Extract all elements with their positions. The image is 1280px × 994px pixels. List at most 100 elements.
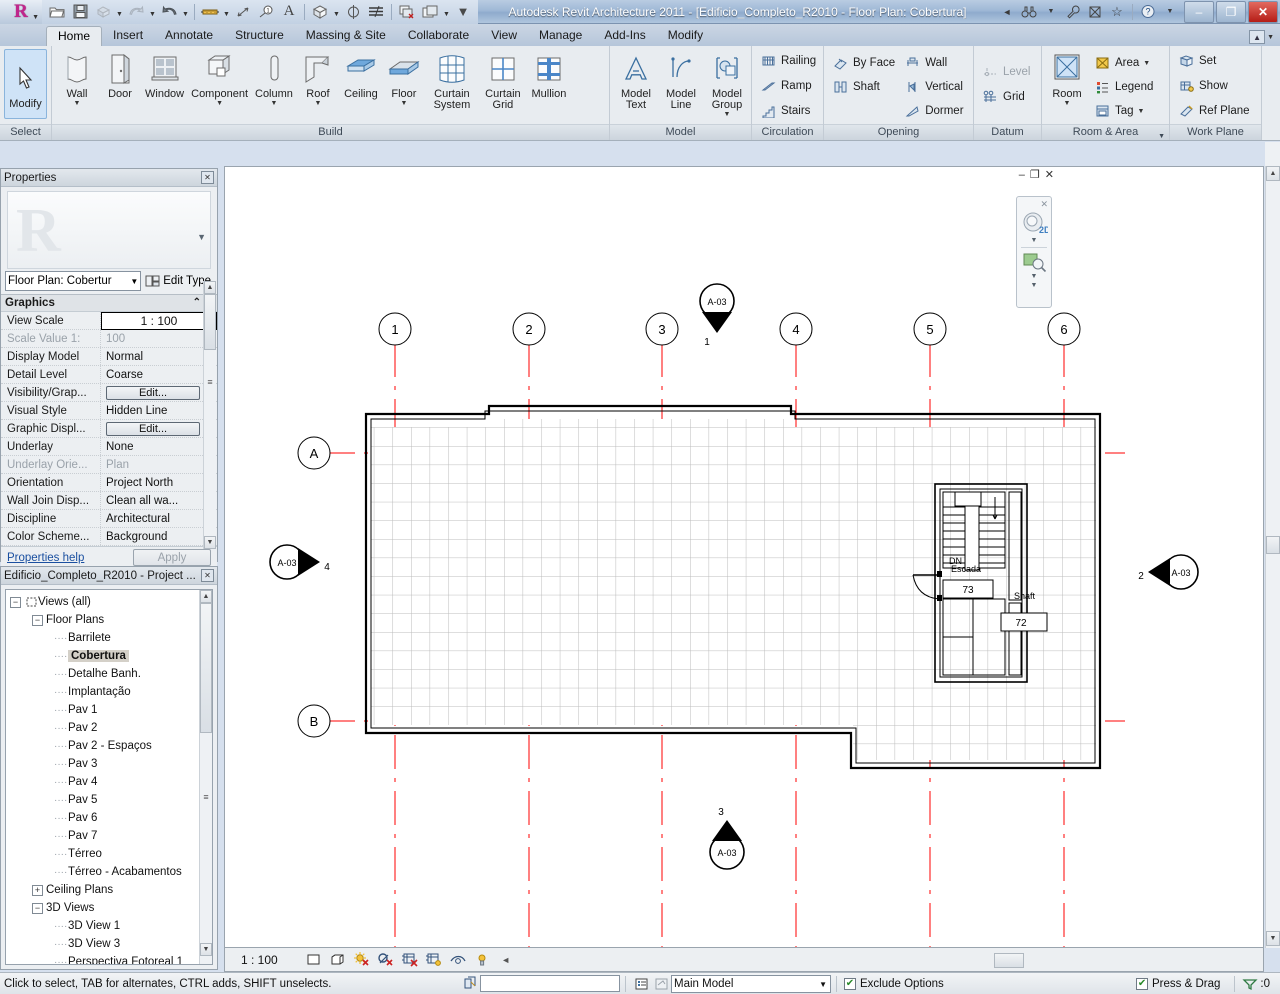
property-row-underlay[interactable]: Underlay None (1, 438, 217, 456)
reveal-hidden-elements-icon[interactable] (472, 951, 492, 969)
property-value[interactable]: Normal (101, 348, 217, 365)
tab-massing-site[interactable]: Massing & Site (295, 26, 397, 46)
door-button[interactable]: Door (99, 49, 141, 100)
tree-item-implanta-o[interactable]: ···· Implantação (10, 683, 212, 701)
rendering-dialog-icon[interactable] (400, 951, 420, 969)
communication-center-icon[interactable] (1085, 2, 1105, 22)
property-row-display-model[interactable]: Display Model Normal (1, 348, 217, 366)
zoom-icon[interactable] (1020, 250, 1048, 272)
room-button[interactable]: Room ▼ (1046, 49, 1088, 107)
property-value[interactable]: Background (101, 528, 217, 545)
railing-button[interactable]: Railing (756, 49, 821, 73)
editing-request-icon[interactable] (651, 975, 671, 993)
column-button[interactable]: Column ▼ (252, 49, 296, 107)
graphic-display-edit-button[interactable]: Edit... (106, 421, 200, 436)
property-row-visibility-graphics[interactable]: Visibility/Grap... Edit... (1, 384, 217, 402)
window-button[interactable]: Window (142, 49, 187, 100)
chevron-up-icon[interactable]: ⌃ (193, 297, 201, 308)
tab-collaborate[interactable]: Collaborate (397, 26, 480, 46)
navigation-bar[interactable]: ✕ 2D ▼ ▼ ▼ (1016, 196, 1052, 308)
chevron-down-icon[interactable]: ▼ (1158, 129, 1165, 144)
press-and-drag-checkbox[interactable]: ✔ Press & Drag (1136, 977, 1220, 990)
save-icon[interactable] (69, 2, 91, 22)
tab-add-ins[interactable]: Add-Ins (593, 26, 656, 46)
tree-item-detalhe-banh[interactable]: ···· Detalhe Banh. (10, 665, 212, 683)
property-row-visual-style[interactable]: Visual Style Hidden Line (1, 402, 217, 420)
tree-item-perspectiva-fotoreal-1[interactable]: ···· Perspectiva Fotoreal 1 (10, 953, 212, 964)
chevron-down-icon[interactable]: ▼ (1041, 2, 1061, 22)
minimize-button[interactable]: – (1184, 0, 1214, 23)
tree-item-3d-view-1[interactable]: ···· 3D View 1 (10, 917, 212, 935)
sun-path-off-icon[interactable] (352, 951, 372, 969)
property-value[interactable]: Architectural (101, 510, 217, 527)
tree-item-barrilete[interactable]: ···· Barrilete (10, 629, 212, 647)
scroll-thumb[interactable] (204, 294, 216, 350)
tree-item-pav-5[interactable]: ···· Pav 5 (10, 791, 212, 809)
type-selector-combo[interactable]: Floor Plan: Cobertur ▼ (5, 271, 142, 291)
chevron-down-icon[interactable]: ▼ (270, 100, 277, 107)
canvas-horizontal-scrollbar[interactable] (755, 950, 1263, 970)
ceiling-button[interactable]: Ceiling (340, 49, 382, 100)
close-icon[interactable]: ✕ (201, 171, 214, 184)
ribbon-minimize-icon[interactable]: ▲ (1249, 30, 1266, 44)
chevron-down-icon[interactable]: ▼ (115, 2, 124, 22)
wall-button[interactable]: Wall ▼ (56, 49, 98, 107)
view-control-left-arrow-icon[interactable]: ◄ (496, 951, 516, 969)
tree-item-ceiling-plans[interactable]: + Ceiling Plans (10, 881, 212, 899)
shadows-off-icon[interactable] (376, 951, 396, 969)
chevron-down-icon[interactable]: ▼ (1031, 237, 1038, 244)
visibility-graphics-edit-button[interactable]: Edit... (106, 385, 200, 400)
property-value[interactable]: 1 : 100 (101, 312, 217, 330)
modify-button[interactable]: Modify (4, 49, 47, 119)
property-row-discipline[interactable]: Discipline Architectural (1, 510, 217, 528)
chevron-down-icon[interactable]: ▼ (1267, 34, 1274, 41)
section-icon[interactable] (342, 2, 364, 22)
scroll-down-icon[interactable]: ▼ (1266, 931, 1280, 946)
level-button[interactable]: Level (978, 60, 1036, 84)
favorites-star-icon[interactable]: ☆ (1107, 2, 1127, 22)
text-icon[interactable]: A (278, 2, 300, 22)
qat-dropdown-icon[interactable]: ▼ (452, 2, 474, 22)
subscription-wrench-icon[interactable] (1063, 2, 1083, 22)
tag-button[interactable]: Tag ▼ (1090, 99, 1158, 123)
scroll-thumb[interactable] (1266, 536, 1280, 554)
exclude-options-checkbox[interactable]: ✔ Exclude Options (844, 977, 944, 990)
worksets-icon[interactable] (631, 975, 651, 993)
chevron-down-icon[interactable]: ▼ (442, 2, 451, 22)
tree-item-pav-7[interactable]: ···· Pav 7 (10, 827, 212, 845)
property-row-graphic-display[interactable]: Graphic Displ... Edit... (1, 420, 217, 438)
chevron-down-icon[interactable]: ▼ (400, 100, 407, 107)
chevron-down-icon[interactable]: ▼ (724, 111, 731, 118)
drawing-area[interactable]: DN Escada 73 Shaft 72 1 2 3 4 5 6 A B A-… (224, 166, 1264, 948)
floor-button[interactable]: Floor ▼ (383, 49, 425, 107)
close-icon[interactable]: ✕ (201, 569, 214, 582)
design-options-icon[interactable] (460, 975, 480, 993)
open-icon[interactable] (46, 2, 68, 22)
vertical-opening-button[interactable]: Vertical (900, 75, 968, 99)
property-value[interactable]: Clean all wa... (101, 492, 217, 509)
tree-item-pav-6[interactable]: ···· Pav 6 (10, 809, 212, 827)
binoculars-icon[interactable] (1019, 2, 1039, 22)
curtain-grid-button[interactable]: Curtain Grid (479, 49, 527, 111)
collapse-icon[interactable]: − (10, 596, 21, 608)
view-scale-label[interactable]: 1 : 100 (241, 953, 278, 967)
apply-button[interactable]: Apply (133, 549, 211, 566)
tab-structure[interactable]: Structure (224, 26, 295, 46)
chevron-down-icon[interactable]: ▼ (148, 2, 157, 22)
chevron-down-icon[interactable]: ▼ (216, 100, 223, 107)
project-browser-scrollbar[interactable]: ▲ ≡ ▼ (199, 590, 212, 964)
wall-opening-button[interactable]: Wall (900, 51, 968, 75)
tree-item-t-rreo-acabamentos[interactable]: ···· Térreo - Acabamentos (10, 863, 212, 881)
collapse-icon[interactable]: − (32, 614, 43, 626)
expand-icon[interactable]: + (32, 884, 43, 896)
property-value[interactable]: Coarse (101, 366, 217, 383)
tree-item-pav-2-espa-os[interactable]: ···· Pav 2 - Espaços (10, 737, 212, 755)
design-option-combo[interactable] (480, 975, 620, 992)
scroll-down-icon[interactable]: ▼ (204, 536, 216, 549)
scroll-up-icon[interactable]: ▲ (200, 590, 212, 603)
tab-annotate[interactable]: Annotate (154, 26, 224, 46)
section-marker-1[interactable]: A-03 1 (699, 283, 735, 348)
model-selector-combo[interactable]: Main Model ▼ (671, 974, 831, 993)
dormer-opening-button[interactable]: Dormer (900, 99, 968, 123)
model-group-button[interactable]: Model Group ▼ (704, 49, 750, 118)
